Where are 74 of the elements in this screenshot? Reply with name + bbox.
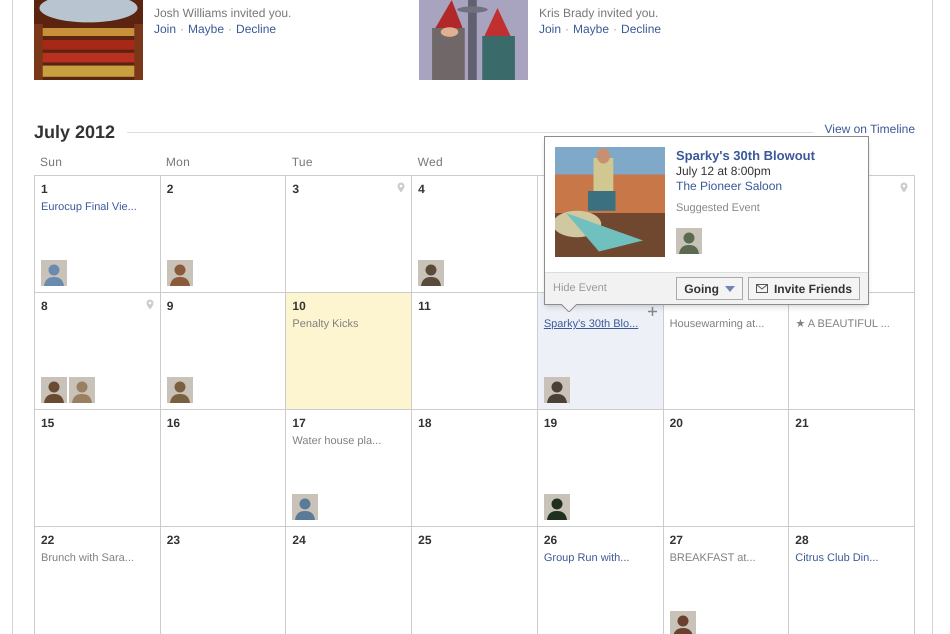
day-number: 8 bbox=[41, 298, 49, 313]
weekday-label: Tue bbox=[292, 155, 313, 169]
event-link[interactable]: Sparky's 30th Blo... bbox=[544, 316, 657, 332]
weekday-label: Sun bbox=[40, 155, 62, 169]
day-number: 4 bbox=[418, 181, 426, 196]
weekday-label: Mon bbox=[166, 155, 190, 169]
day-cell[interactable]: 20 bbox=[664, 410, 790, 527]
separator: · bbox=[613, 21, 618, 37]
rsvp-link[interactable]: Join bbox=[539, 21, 562, 37]
rsvp-link[interactable]: Join bbox=[154, 21, 176, 37]
day-number: 1 bbox=[41, 181, 49, 196]
separator: · bbox=[180, 21, 184, 37]
day-number: 11 bbox=[418, 298, 432, 313]
event-link[interactable]: Eurocup Final Vie... bbox=[41, 199, 154, 216]
event-link[interactable]: BREAKFAST at... bbox=[670, 550, 782, 566]
event-link[interactable]: ★ A BEAUTIFUL ... bbox=[795, 316, 908, 332]
event-link[interactable]: Citrus Club Din... bbox=[795, 550, 908, 566]
invite-text: Josh Williams invited you. bbox=[154, 5, 292, 21]
separator: · bbox=[565, 21, 570, 37]
rsvp-link[interactable]: Decline bbox=[236, 21, 276, 37]
day-number: 28 bbox=[795, 532, 810, 547]
venue-link[interactable]: The Pioneer Saloon bbox=[676, 179, 815, 194]
day-cell[interactable]: 3 bbox=[286, 176, 412, 293]
day-number: 23 bbox=[166, 532, 182, 547]
event-link[interactable]: Housewarming at... bbox=[670, 316, 782, 332]
day-number: 27 bbox=[670, 532, 684, 547]
day-cell[interactable]: 15 bbox=[35, 410, 161, 527]
day-number: 25 bbox=[418, 532, 432, 547]
event-title-link[interactable]: Sparky's 30th Blowout bbox=[676, 147, 815, 164]
day-number: 20 bbox=[670, 415, 684, 430]
rsvp-link[interactable]: Maybe bbox=[573, 21, 610, 37]
event-time: July 12 at 8:00pm bbox=[676, 164, 772, 179]
day-number: 3 bbox=[292, 181, 300, 196]
rsvp-link[interactable]: Maybe bbox=[188, 21, 224, 37]
day-cell[interactable]: 23 bbox=[160, 527, 286, 634]
day-number: 9 bbox=[166, 298, 174, 313]
going-dropdown[interactable]: Going bbox=[676, 277, 743, 300]
day-number: 21 bbox=[795, 415, 810, 430]
day-number: 24 bbox=[292, 532, 307, 547]
day-cell[interactable]: 16 bbox=[160, 410, 286, 527]
day-cell[interactable]: 18 bbox=[412, 410, 538, 527]
day-cell[interactable]: 1 Eurocup Final Vie... bbox=[35, 176, 161, 293]
day-cell[interactable]: 17 Water house pla... bbox=[286, 410, 412, 527]
day-cell[interactable]: 8 bbox=[35, 293, 161, 410]
day-number: 18 bbox=[418, 415, 432, 430]
month-title: July 2012 bbox=[34, 120, 116, 144]
day-cell[interactable]: 11 bbox=[412, 293, 538, 410]
day-cell[interactable]: 4 bbox=[412, 176, 538, 293]
separator: · bbox=[228, 21, 232, 37]
invite-friends-button[interactable]: Invite Friends bbox=[748, 277, 860, 300]
event-link[interactable]: Penalty Kicks bbox=[292, 316, 406, 332]
day-cell[interactable]: 10 Penalty Kicks bbox=[286, 293, 412, 410]
day-number: 19 bbox=[544, 415, 558, 430]
weekday-label: Wed bbox=[418, 155, 443, 169]
invite-text: Kris Brady invited you. bbox=[539, 5, 660, 21]
day-cell[interactable]: 19 bbox=[538, 410, 664, 527]
day-number: 17 bbox=[292, 415, 307, 430]
day-number: 2 bbox=[166, 181, 174, 196]
day-cell[interactable]: 2 bbox=[160, 176, 286, 293]
rsvp-link[interactable]: Decline bbox=[621, 21, 662, 37]
day-number: 15 bbox=[41, 415, 56, 430]
day-cell[interactable]: 21 bbox=[789, 410, 915, 527]
event-link[interactable]: Group Run with... bbox=[544, 550, 657, 566]
event-label: Suggested Event bbox=[676, 201, 761, 216]
view-on-timeline-link[interactable]: View on Timeline bbox=[812, 120, 915, 138]
day-number: 26 bbox=[544, 532, 558, 547]
day-cell[interactable]: ★ A BEAUTIFUL ... bbox=[789, 293, 915, 410]
day-number: 10 bbox=[292, 298, 307, 313]
event-link[interactable]: Water house pla... bbox=[292, 433, 406, 450]
day-number: 22 bbox=[41, 532, 56, 547]
day-number: 16 bbox=[166, 415, 182, 430]
day-cell[interactable]: 27 BREAKFAST at... bbox=[664, 527, 790, 634]
event-link[interactable]: Brunch with Sara... bbox=[41, 550, 154, 566]
day-cell[interactable]: 9 bbox=[160, 293, 286, 410]
